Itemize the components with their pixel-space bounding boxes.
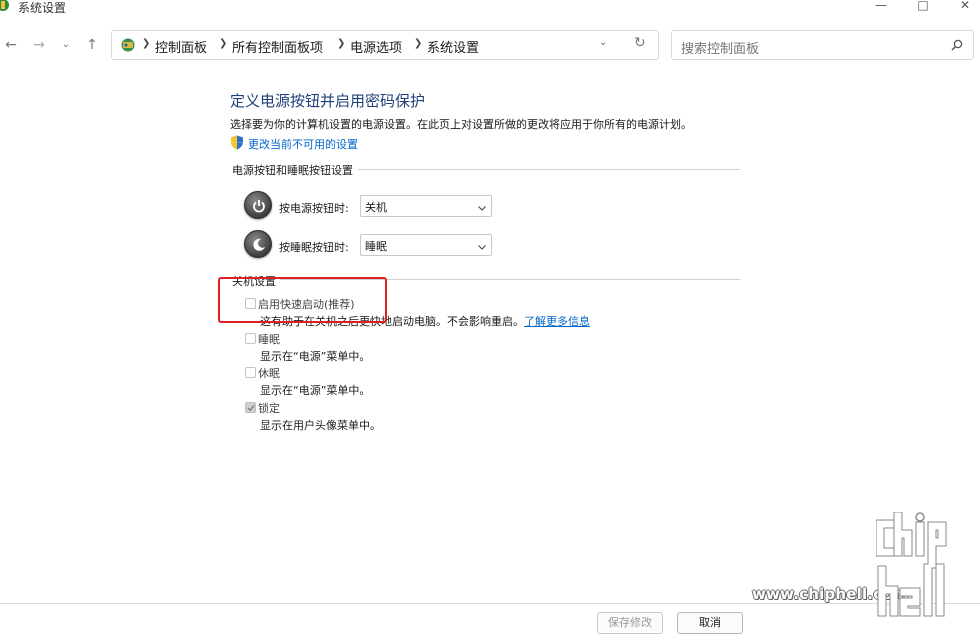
breadcrumb-power-options[interactable]: 电源选项 <box>350 37 402 56</box>
arrow-right-icon[interactable]: → <box>28 34 50 56</box>
lock-option-description: 显示在用户头像菜单中。 <box>260 419 381 432</box>
chiphell-watermark-logo <box>876 512 947 617</box>
lock-checkbox[interactable] <box>245 402 256 413</box>
close-icon[interactable]: ✕ <box>950 0 980 15</box>
change-unavailable-settings-link[interactable]: 更改当前不可用的设置 <box>248 136 358 152</box>
breadcrumb-separator-icon[interactable]: ❯ <box>414 38 422 49</box>
section-divider <box>358 169 740 170</box>
sleep-checkbox[interactable] <box>245 333 256 344</box>
chevron-down-icon <box>478 241 486 250</box>
page-description: 选择要为你的计算机设置的电源设置。在此页上对设置所做的更改将应用于你所有的电源计… <box>230 118 692 131</box>
search-input[interactable]: 搜索控制面板 <box>671 30 974 60</box>
address-bar[interactable]: ❯ 控制面板 ❯ 所有控制面板项 ❯ 电源选项 ❯ 系统设置 ⌄ ↻ <box>111 30 659 60</box>
breadcrumb-all-items[interactable]: 所有控制面板项 <box>232 37 323 56</box>
arrow-left-icon[interactable]: ← <box>0 34 22 56</box>
title-bar: 系统设置 — □ ✕ <box>0 0 980 18</box>
uac-shield-icon <box>230 135 244 150</box>
breadcrumb-separator-icon[interactable]: ❯ <box>219 38 227 49</box>
hibernate-checkbox[interactable] <box>245 367 256 378</box>
maximize-icon[interactable]: □ <box>908 0 938 15</box>
search-icon[interactable] <box>950 38 964 52</box>
sleep-button-select[interactable]: 睡眠 <box>360 234 492 256</box>
page-title: 定义电源按钮并启用密码保护 <box>230 92 426 110</box>
sleep-button-icon <box>244 230 272 258</box>
breadcrumb-separator-icon: ❯ <box>142 38 151 49</box>
power-button-select-value: 关机 <box>365 201 387 214</box>
sleep-option-label: 睡眠 <box>258 333 280 346</box>
chevron-down-icon <box>478 202 486 211</box>
cancel-button[interactable]: 取消 <box>677 612 743 634</box>
lock-option-label: 锁定 <box>258 402 280 415</box>
search-placeholder: 搜索控制面板 <box>681 42 760 57</box>
address-dropdown-icon[interactable]: ⌄ <box>599 37 607 48</box>
hibernate-option-label: 休眠 <box>258 367 280 380</box>
breadcrumb-system-settings[interactable]: 系统设置 <box>427 37 479 56</box>
learn-more-link[interactable]: 了解更多信息 <box>524 315 590 328</box>
power-button-icon <box>244 191 272 219</box>
control-panel-app-icon <box>0 0 10 12</box>
checkmark-icon <box>247 405 255 412</box>
sleep-button-select-value: 睡眠 <box>365 240 387 253</box>
arrow-up-icon[interactable]: ↑ <box>81 34 103 56</box>
chevron-down-icon[interactable]: ⌄ <box>55 34 77 56</box>
save-button[interactable]: 保存修改 <box>597 612 663 634</box>
control-panel-icon <box>120 37 136 53</box>
minimize-icon[interactable]: — <box>866 0 896 15</box>
sleep-button-label: 按睡眠按钮时: <box>279 241 349 254</box>
footer-divider <box>0 603 980 604</box>
highlight-annotation-box <box>218 277 387 323</box>
refresh-icon[interactable]: ↻ <box>634 35 646 51</box>
sleep-option-description: 显示在“电源”菜单中。 <box>260 350 371 363</box>
window-title: 系统设置 <box>18 1 67 15</box>
power-button-label: 按电源按钮时: <box>279 202 349 215</box>
breadcrumb-separator-icon[interactable]: ❯ <box>337 38 345 49</box>
section-heading-buttons: 电源按钮和睡眠按钮设置 <box>232 164 353 177</box>
hibernate-option-description: 显示在“电源”菜单中。 <box>260 384 371 397</box>
power-button-select[interactable]: 关机 <box>360 195 492 217</box>
breadcrumb-control-panel[interactable]: 控制面板 <box>155 37 207 56</box>
